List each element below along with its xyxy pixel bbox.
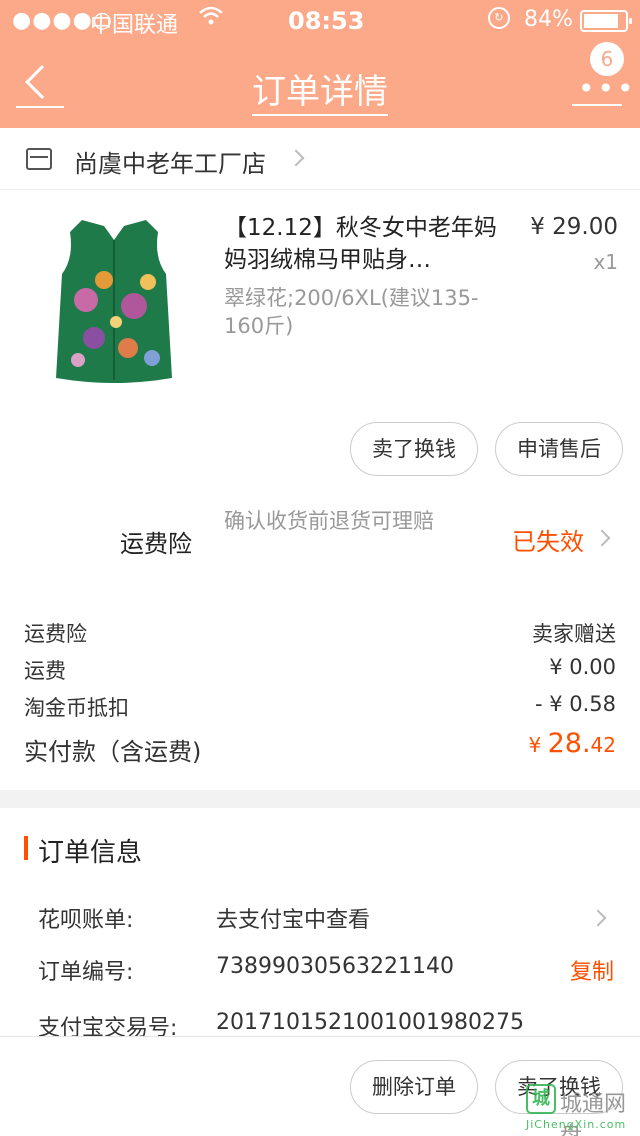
section-accent-bar xyxy=(24,836,28,860)
section-title: 订单信息 xyxy=(38,838,143,868)
fee-row: 淘金币抵扣 - ¥ 0.58 xyxy=(24,692,616,726)
fee-value: 卖家赠送 xyxy=(532,622,616,646)
sell-for-cash-button[interactable]: 卖了换钱 xyxy=(350,422,478,476)
chevron-right-icon xyxy=(593,529,611,547)
page-title: 订单详情 xyxy=(0,64,640,116)
rotation-lock-icon: ↻ xyxy=(488,7,510,29)
status-time: 08:53 xyxy=(288,7,365,35)
site-watermark: 城 城通网盘 JiChengXin.com xyxy=(522,1080,636,1136)
product-title[interactable]: 【12.12】秋冬女中老年妈妈羽绒棉马甲贴身… xyxy=(224,212,504,276)
insurance-status: 已失效 xyxy=(512,528,584,556)
amount-decimal: 42 xyxy=(590,733,616,757)
product-sku: 翠绿花;200/6XL(建议135-160斤) xyxy=(224,286,479,338)
watermark-url: JiChengXin.com xyxy=(526,1118,627,1131)
watermark-logo: 城 xyxy=(526,1084,556,1114)
shop-row[interactable]: 尚虞中老年工厂店 xyxy=(0,128,640,190)
shop-icon xyxy=(26,148,52,170)
battery-icon xyxy=(580,10,632,32)
order-info-header: 订单信息 xyxy=(0,826,640,872)
product-image[interactable] xyxy=(24,210,204,390)
more-icon: ••• xyxy=(578,72,637,105)
product-price: ¥ 29.00 xyxy=(530,214,618,240)
fee-label: 运费险 xyxy=(24,622,87,646)
carrier-name: 中国联通 xyxy=(90,13,179,38)
shipping-insurance-row[interactable]: 运费险 确认收货前退货可理赔 已失效 xyxy=(0,500,640,580)
after-sale-button[interactable]: 申请售后 xyxy=(495,422,623,476)
status-bar: ●●●●○ 中国联通 08:53 ↻ 84% xyxy=(0,0,640,40)
info-key: 订单编号: xyxy=(38,960,134,985)
copy-button[interactable]: 复制 xyxy=(570,954,614,986)
fee-row: 运费 ¥ 0.00 xyxy=(24,655,616,689)
nav-bar: 订单详情 ••• 6 xyxy=(0,40,640,128)
total-paid-amount: ¥ 28.42 xyxy=(529,728,617,759)
section-divider xyxy=(0,790,640,808)
insurance-description: 确认收货前退货可理赔 xyxy=(224,509,434,533)
alipay-trade-number: 2017101521001001980275 xyxy=(216,1010,524,1035)
order-number-row: 订单编号: 73899030563221140 复制 xyxy=(38,954,618,994)
battery-percent: 84% xyxy=(524,7,573,32)
huabei-bill-row[interactable]: 花呗账单: 去支付宝中查看 xyxy=(38,902,618,942)
chevron-right-icon xyxy=(589,909,607,927)
more-button[interactable]: ••• xyxy=(572,70,634,106)
order-number: 73899030563221140 xyxy=(216,954,454,979)
product-quantity: x1 xyxy=(593,250,618,274)
info-key: 花呗账单: xyxy=(38,908,134,933)
page-title-text: 订单详情 xyxy=(252,72,388,116)
total-paid-row: 实付款（含运费) ¥ 28.42 xyxy=(24,728,616,768)
fee-value: - ¥ 0.58 xyxy=(534,692,616,716)
total-paid-label: 实付款（含运费) xyxy=(24,738,202,766)
wifi-icon xyxy=(198,5,224,33)
delete-order-button[interactable]: 删除订单 xyxy=(350,1060,478,1114)
fee-label: 淘金币抵扣 xyxy=(24,696,129,720)
fee-label: 运费 xyxy=(24,659,66,683)
currency-symbol: ¥ xyxy=(528,733,548,757)
amount-integer: 28. xyxy=(547,728,591,759)
fee-row: 运费险 卖家赠送 xyxy=(24,618,616,652)
shop-name: 尚虞中老年工厂店 xyxy=(74,150,266,178)
info-value: 去支付宝中查看 xyxy=(216,908,371,933)
chevron-right-icon xyxy=(287,149,305,167)
insurance-label: 运费险 xyxy=(120,530,192,558)
fee-value: ¥ 0.00 xyxy=(549,655,616,679)
notification-badge: 6 xyxy=(590,42,624,76)
